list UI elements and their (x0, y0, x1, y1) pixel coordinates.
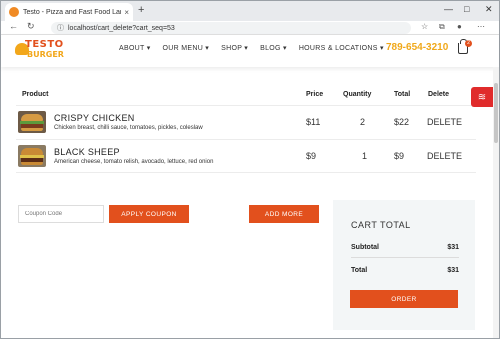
minimize-button[interactable]: — (444, 4, 453, 14)
page-scrollbar[interactable] (493, 67, 499, 338)
table-row: CRISPY CHICKEN Chicken breast, chilli sa… (16, 105, 476, 139)
scrollbar-thumb[interactable] (494, 83, 498, 143)
product-description: Chicken breast, chilli sauce, tomatoes, … (54, 125, 203, 131)
favicon-icon (9, 7, 19, 17)
tab-title: Testo - Pizza and Fast Food Lanc (23, 8, 122, 16)
totals-divider (351, 257, 459, 258)
product-quantity: 2 (360, 117, 366, 127)
delete-link[interactable]: DELETE (427, 151, 462, 161)
product-name[interactable]: CRISPY CHICKEN (54, 113, 135, 123)
menu-item-our-menu[interactable]: OUR MENU ▾ (163, 44, 210, 52)
cart-count-badge: 2 (465, 40, 472, 47)
col-header-product: Product (22, 91, 49, 98)
logo-text-bottom: BURGER (27, 50, 64, 59)
address-bar: ← ↻ ⓘ localhost/cart_delete?cart_seq=53 … (1, 21, 499, 35)
total-value: $31 (447, 267, 459, 274)
cart-total-title: CART TOTAL (351, 220, 411, 230)
col-header-quantity: Quantity (343, 91, 372, 98)
product-price: $9 (306, 151, 317, 161)
refresh-icon[interactable]: ↻ (27, 21, 35, 32)
browser-tab[interactable]: Testo - Pizza and Fast Food Lanc × (5, 3, 133, 21)
delete-link[interactable]: DELETE (427, 117, 462, 127)
more-icon[interactable]: ⋯ (477, 22, 485, 31)
layers-icon[interactable]: ≋ (471, 87, 493, 107)
menu-item-blog[interactable]: BLOG ▾ (260, 44, 287, 52)
product-image-black-sheep (18, 145, 46, 167)
profile-icon[interactable]: ● (457, 22, 462, 31)
phone-number[interactable]: 789-654-3210 (386, 42, 448, 53)
url-text: localhost/cart_delete?cart_seq=53 (68, 24, 175, 32)
close-window-button[interactable]: ✕ (485, 4, 493, 15)
browser-window: Testo - Pizza and Fast Food Lanc × + — □… (0, 0, 500, 339)
info-icon[interactable]: ⓘ (57, 23, 64, 33)
site-logo[interactable]: TESTO BURGER (15, 37, 69, 65)
order-button[interactable]: ORDER (350, 290, 458, 308)
product-price: $11 (306, 117, 321, 127)
collections-icon[interactable]: ⧉ (439, 22, 445, 32)
product-quantity: 1 (362, 151, 368, 161)
logo-text-top: TESTO (25, 39, 64, 50)
subtotal-value: $31 (447, 244, 459, 251)
apply-coupon-button[interactable]: APPLY COUPON (109, 205, 189, 223)
table-row: BLACK SHEEP American cheese, tomato reli… (16, 139, 476, 173)
total-label: Total (351, 267, 368, 274)
col-header-total: Total (394, 91, 411, 98)
main-menu: ABOUT ▾ OUR MENU ▾ SHOP ▾ BLOG ▾ HOURS &… (119, 44, 384, 52)
product-name[interactable]: BLACK SHEEP (54, 147, 120, 157)
favorites-icon[interactable]: ☆ (421, 22, 428, 31)
product-image-crispy-chicken (18, 111, 46, 133)
product-description: American cheese, tomato relish, avocado,… (54, 159, 214, 165)
menu-item-shop[interactable]: SHOP ▾ (221, 44, 248, 52)
subtotal-label: Subtotal (351, 244, 379, 251)
title-bar: Testo - Pizza and Fast Food Lanc × + — □… (1, 1, 499, 21)
col-header-price: Price (306, 91, 324, 98)
add-more-button[interactable]: ADD MORE (249, 205, 319, 223)
coupon-code-input[interactable] (18, 205, 104, 223)
maximize-button[interactable]: □ (464, 4, 469, 14)
product-total: $22 (394, 117, 410, 127)
cart-total-panel: CART TOTAL Subtotal $31 Total $31 ORDER (333, 200, 475, 330)
product-total: $9 (394, 151, 405, 161)
menu-item-hours-locations[interactable]: HOURS & LOCATIONS ▾ (299, 44, 384, 52)
tab-close-icon[interactable]: × (124, 8, 129, 17)
new-tab-button[interactable]: + (138, 4, 144, 16)
site-header: TESTO BURGER ABOUT ▾ OUR MENU ▾ SHOP ▾ B… (1, 35, 499, 67)
menu-item-about[interactable]: ABOUT ▾ (119, 44, 151, 52)
col-header-delete: Delete (428, 91, 450, 98)
back-arrow-icon[interactable]: ← (9, 21, 18, 31)
url-field[interactable]: ⓘ localhost/cart_delete?cart_seq=53 (51, 22, 411, 34)
